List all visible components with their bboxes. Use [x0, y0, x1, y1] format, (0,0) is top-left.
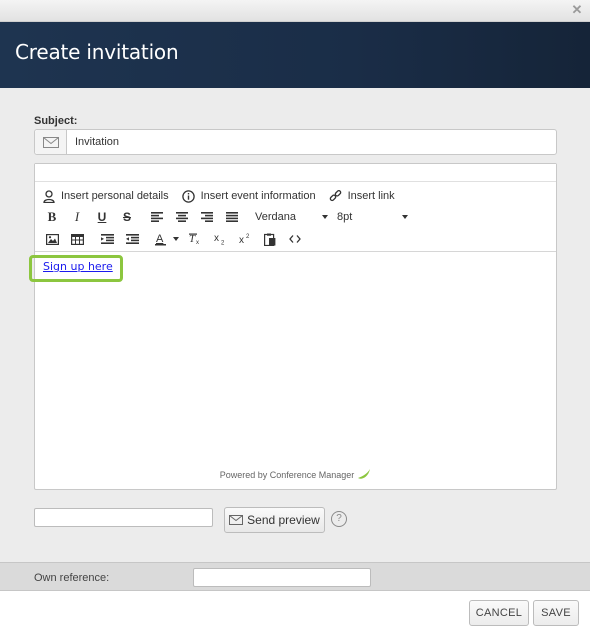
font-family-value: Verdana: [255, 211, 296, 223]
help-icon[interactable]: ?: [331, 511, 347, 527]
indent-icon[interactable]: [121, 229, 143, 249]
cancel-button[interactable]: CANCEL: [469, 600, 529, 626]
subject-input[interactable]: [68, 130, 556, 154]
font-size-select[interactable]: 8pt: [332, 208, 412, 226]
svg-text:T: T: [189, 233, 196, 245]
align-justify-icon[interactable]: [221, 207, 243, 227]
text-color-icon[interactable]: A: [151, 229, 171, 249]
preview-email-input[interactable]: [34, 508, 213, 527]
leaf-logo-icon: [357, 468, 371, 482]
superscript-icon[interactable]: x2: [234, 229, 256, 249]
link-icon: [329, 189, 343, 203]
powered-by: Powered by Conference Manager: [35, 468, 556, 482]
chevron-down-icon: [402, 215, 408, 219]
svg-text:2: 2: [221, 241, 225, 246]
svg-text:2: 2: [246, 234, 250, 240]
page-title: Create invitation: [15, 40, 179, 64]
editor-toolbar: Insert personal details Insert event inf…: [35, 182, 556, 252]
subject-field: [34, 129, 557, 155]
image-icon[interactable]: [41, 229, 63, 249]
align-right-icon[interactable]: [196, 207, 218, 227]
italic-icon[interactable]: I: [66, 207, 88, 227]
table-icon[interactable]: [66, 229, 88, 249]
bold-icon[interactable]: B: [41, 207, 63, 227]
dialog-footer: CANCEL SAVE: [0, 592, 590, 634]
svg-text:A: A: [156, 233, 164, 245]
send-preview-button[interactable]: Send preview: [224, 507, 325, 533]
insert-personal-details-button[interactable]: Insert personal details: [42, 189, 169, 203]
strikethrough-icon[interactable]: S: [116, 207, 138, 227]
signup-link[interactable]: Sign up here: [43, 260, 113, 273]
own-reference-bar: Own reference:: [0, 562, 590, 591]
save-button[interactable]: SAVE: [533, 600, 579, 626]
underline-icon[interactable]: U: [91, 207, 113, 227]
dialog-header: Create invitation: [0, 22, 590, 88]
font-family-select[interactable]: Verdana: [250, 208, 332, 226]
rich-text-editor: Insert personal details Insert event inf…: [29, 163, 557, 490]
info-icon: [182, 189, 196, 203]
insert-link-button[interactable]: Insert link: [329, 189, 395, 203]
powered-by-text: Powered by Conference Manager: [219, 470, 355, 480]
own-reference-label: Own reference:: [34, 572, 110, 584]
chevron-down-icon[interactable]: [171, 229, 181, 249]
insert-event-information-button[interactable]: Insert event information: [182, 189, 316, 203]
clear-format-icon[interactable]: Tx: [184, 229, 206, 249]
editor-content[interactable]: Sign up here: [29, 252, 556, 464]
insert-personal-details-label: Insert personal details: [61, 190, 169, 202]
svg-text:x: x: [196, 240, 199, 245]
subscript-icon[interactable]: x2: [209, 229, 231, 249]
person-icon: [42, 189, 56, 203]
font-size-value: 8pt: [337, 211, 353, 223]
outdent-icon[interactable]: [96, 229, 118, 249]
insert-link-label: Insert link: [347, 190, 395, 202]
envelope-icon: [35, 130, 67, 154]
close-icon[interactable]: ✕: [570, 3, 584, 17]
paste-icon[interactable]: [259, 229, 281, 249]
send-preview-label: Send preview: [247, 513, 320, 527]
editor-menubar: [35, 164, 556, 182]
chevron-down-icon: [322, 215, 328, 219]
svg-text:x: x: [239, 235, 244, 245]
insert-event-information-label: Insert event information: [200, 190, 316, 202]
align-center-icon[interactable]: [171, 207, 193, 227]
own-reference-input[interactable]: [193, 568, 371, 587]
subject-label: Subject:: [34, 115, 78, 127]
align-left-icon[interactable]: [146, 207, 168, 227]
source-code-icon[interactable]: [284, 229, 306, 249]
window-titlebar: ✕: [0, 0, 590, 22]
svg-text:x: x: [214, 233, 219, 244]
envelope-icon: [229, 515, 244, 525]
